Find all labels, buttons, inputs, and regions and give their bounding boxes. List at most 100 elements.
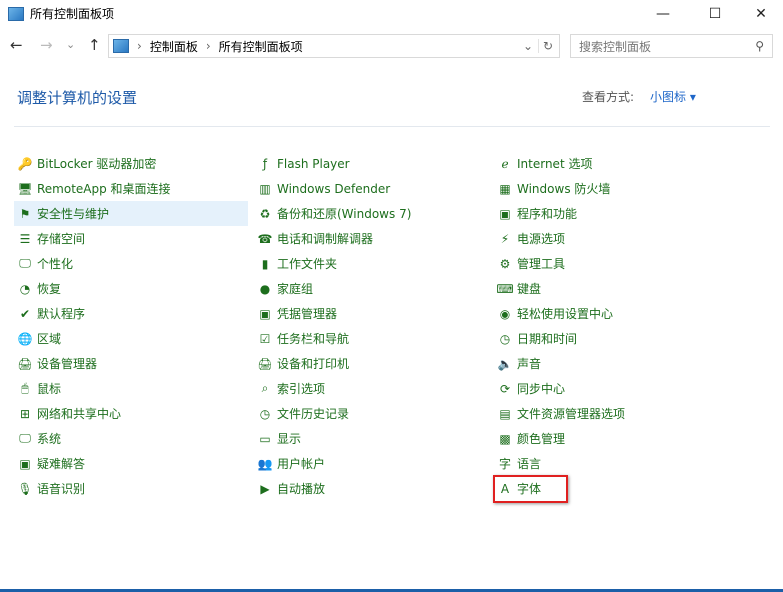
item-icon: ℯ [501,156,509,171]
minimize-button[interactable]: — [640,0,686,28]
item-label: 设备管理器 [37,357,98,371]
item-label: 语言 [517,457,542,471]
item-icon: ▦ [499,181,511,196]
control-panel-item[interactable]: ▣ 程序和功能 [494,201,728,226]
item-icon: ▤ [499,406,511,421]
item-icon: ⌕ [261,381,269,395]
item-label: 索引选项 [277,382,326,396]
control-panel-item[interactable]: 🌐 区域 [14,326,248,351]
control-panel-item[interactable]: ● 家庭组 [254,276,488,301]
control-panel-item[interactable]: 🖵 系统 [14,426,248,451]
view-by-label: 查看方式: [582,90,635,104]
breadcrumb-all-items[interactable]: 所有控制面板项 [219,38,303,55]
item-icon: ● [259,281,271,296]
control-panel-item[interactable]: ▥ Windows Defender [254,176,488,201]
control-panel-item[interactable]: 👥 用户帐户 [254,451,488,476]
control-panel-item[interactable]: ▣ 疑难解答 [14,451,248,476]
item-label: 存储空间 [37,232,86,246]
breadcrumb-control-panel[interactable]: 控制面板 [150,38,198,55]
item-icon: ⚡ [500,231,510,246]
up-button[interactable]: ↑ [88,36,101,54]
forward-button[interactable]: → [40,36,53,54]
item-icon: ⌨ [496,281,514,296]
control-panel-item[interactable]: ⚙ 管理工具 [494,251,728,276]
control-panel-item[interactable]: 🖵 个性化 [14,251,248,276]
control-panel-item[interactable]: ƒ Flash Player [254,151,488,176]
control-panel-item[interactable]: ⌨ 键盘 [494,276,728,301]
page-title: 调整计算机的设置 [17,89,138,107]
item-label: 文件资源管理器选项 [517,407,626,421]
item-label: 网络和共享中心 [37,407,122,421]
control-panel-item[interactable]: ✔ 默认程序 [14,301,248,326]
control-panel-item[interactable]: ⊞ 网络和共享中心 [14,401,248,426]
item-icon: ƒ [262,156,268,171]
control-panel-item[interactable]: 🎙 语音识别 [14,476,248,501]
control-panel-item[interactable]: ▮ 工作文件夹 [254,251,488,276]
item-icon: 🖵 [19,256,31,270]
search-input[interactable]: 搜索控制面板 [579,38,651,55]
control-panel-item[interactable]: ⚑ 安全性与维护 [14,201,248,226]
item-label: 文件历史记录 [277,407,350,421]
control-panel-item[interactable]: ◉ 轻松使用设置中心 [494,301,728,326]
item-label: 用户帐户 [277,457,326,471]
item-icon: 🖵 [19,431,31,445]
address-bar[interactable]: › 控制面板 › 所有控制面板项 ⌄ ↻ [108,34,560,58]
item-label: 电话和调制解调器 [277,232,374,246]
back-button[interactable]: ← [10,36,23,54]
address-dropdown-icon[interactable]: ⌄ [523,39,533,53]
divider [14,126,770,127]
control-panel-item[interactable]: ☰ 存储空间 [14,226,248,251]
control-panel-item[interactable]: ⟳ 同步中心 [494,376,728,401]
item-icon: 🖨 [17,356,33,371]
maximize-button[interactable]: ☐ [692,0,738,28]
control-panel-icon [113,39,129,53]
item-icon: ▣ [19,456,31,471]
control-panel-item[interactable]: ▭ 显示 [254,426,488,451]
control-panel-item[interactable]: 🖨 设备和打印机 [254,351,488,376]
item-label: 程序和功能 [517,207,578,221]
control-panel-item[interactable]: ◔ 恢复 [14,276,248,301]
item-label: 系统 [37,432,62,446]
control-panel-item[interactable]: ▶ 自动播放 [254,476,488,501]
item-icon: ☎ [257,231,273,246]
window-title-bar: 所有控制面板项 [8,5,114,22]
item-icon: ⟳ [499,381,511,396]
search-box[interactable]: 搜索控制面板 ⚲ [570,34,773,58]
recent-locations-button[interactable]: ⌄ [66,38,75,51]
item-icon: ◷ [259,406,271,421]
control-panel-item[interactable]: ℯ Internet 选项 [494,151,728,176]
view-by-dropdown[interactable]: 小图标 ▾ [650,88,696,105]
refresh-icon[interactable]: ↻ [537,39,553,53]
item-icon: ▩ [499,431,511,446]
control-panel-item[interactable]: ▩ 颜色管理 [494,426,728,451]
item-label: 显示 [277,432,302,446]
control-panel-item[interactable]: ⚡ 电源选项 [494,226,728,251]
control-panel-item[interactable]: ◷ 文件历史记录 [254,401,488,426]
control-panel-item[interactable]: ◷ 日期和时间 [494,326,728,351]
item-label: 家庭组 [277,282,314,296]
item-label: 设备和打印机 [277,357,350,371]
control-panel-item[interactable]: 字语言 [494,451,728,476]
item-label: 疑难解答 [37,457,86,471]
control-panel-item[interactable]: ☎ 电话和调制解调器 [254,226,488,251]
control-panel-item[interactable]: 🖥 RemoteApp 和桌面连接 [14,176,248,201]
item-label: BitLocker 驱动器加密 [37,157,157,171]
item-icon: 🔑 [17,156,33,171]
control-panel-item[interactable]: 🖨 设备管理器 [14,351,248,376]
control-panel-item[interactable]: 🔈 声音 [494,351,728,376]
control-panel-item[interactable]: 🔑 BitLocker 驱动器加密 [14,151,248,176]
control-panel-item[interactable]: 🖱 鼠标 [14,376,248,401]
control-panel-item[interactable]: ⌕ 索引选项 [254,376,488,401]
item-icon: 🎙 [17,481,33,496]
item-label: 键盘 [517,282,542,296]
control-panel-item[interactable]: ▣ 凭据管理器 [254,301,488,326]
control-panel-item[interactable]: ▦ Windows 防火墙 [494,176,728,201]
control-panel-item[interactable]: ☑ 任务栏和导航 [254,326,488,351]
control-panel-item[interactable]: ▤ 文件资源管理器选项 [494,401,728,426]
item-label: 备份和还原(Windows 7) [277,207,412,221]
item-label: Flash Player [277,156,350,171]
search-icon[interactable]: ⚲ [755,39,764,53]
item-label: 区域 [37,332,62,346]
close-button[interactable]: ✕ [738,0,783,28]
control-panel-item[interactable]: ♻ 备份和还原(Windows 7) [254,201,488,226]
